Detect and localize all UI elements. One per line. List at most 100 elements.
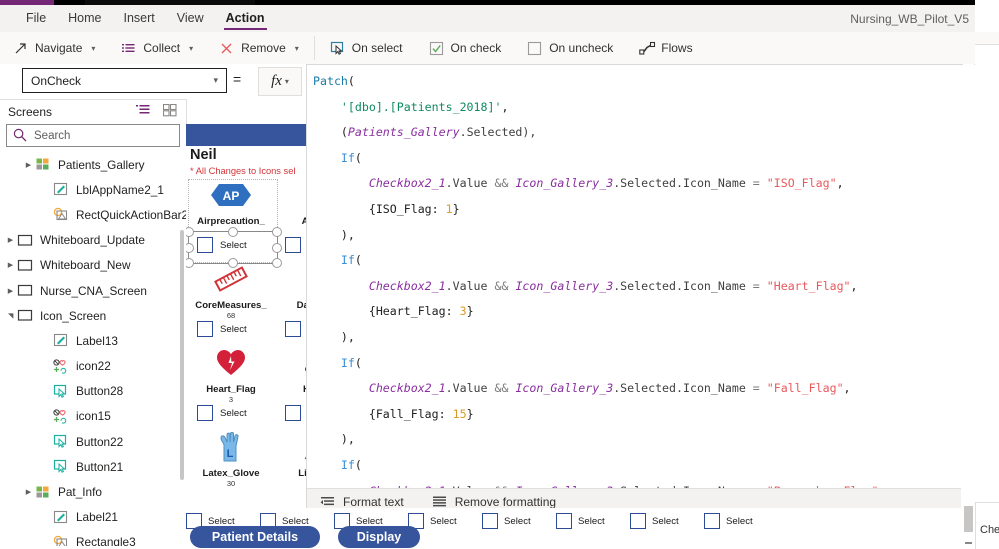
chevron-expanded-icon[interactable]: ◢	[7, 309, 15, 322]
checkbox-empty-icon[interactable]	[704, 513, 720, 529]
tree-item-whiteboard_new[interactable]: ▶ Whiteboard_New	[0, 253, 186, 278]
formula-token: {Heart_Flag:	[313, 304, 460, 319]
tree-item-button21[interactable]: Button21	[0, 454, 186, 479]
formula-token: ),	[313, 227, 355, 242]
menu-bar: File Home Insert View Action Nursing_WB_…	[0, 5, 999, 33]
fx-label: fx	[271, 73, 282, 89]
tree-item-button22[interactable]: Button22	[0, 429, 186, 454]
gallery-item[interactable]: CoreMeasures_ 68 Select	[188, 263, 274, 347]
ribbon-button-on-uncheck[interactable]: On uncheck	[514, 32, 626, 64]
list-collect-icon	[121, 41, 136, 56]
formula-token: "Heart_Flag"	[766, 278, 851, 293]
checkbox-empty-icon[interactable]	[285, 321, 301, 337]
tree-item-whiteboard_update[interactable]: ▶ Whiteboard_Update	[0, 228, 186, 253]
formula-token: ,	[501, 99, 509, 114]
tree-item-rectquickactionbar2_1[interactable]: RectQuickActionBar2_1	[0, 202, 186, 227]
scrollbar-thumb[interactable]	[964, 506, 973, 532]
tree-item-label: Rectangle3	[76, 535, 136, 546]
patient-name-label: Neil	[190, 147, 217, 163]
chevron-collapsed-icon[interactable]: ▶	[4, 236, 17, 244]
resize-handle[interactable]	[228, 227, 238, 237]
chevron-collapsed-icon[interactable]: ▶	[22, 161, 35, 169]
gallery-item-glyph	[276, 264, 306, 301]
gallery-item[interactable]: Heart_Flag 3 Select	[188, 347, 274, 431]
chevron-collapsed-icon[interactable]: ▶	[4, 261, 17, 269]
tree-view-icon[interactable]	[136, 104, 151, 119]
gallery-item-select-row[interactable]: Select	[197, 321, 247, 337]
formula-editor[interactable]: Patch( '[dbo].[Patients_2018]', (Patient…	[306, 64, 999, 489]
menu-item-home[interactable]: Home	[58, 7, 111, 30]
ribbon-button-navigate[interactable]: Navigate ▾	[0, 32, 108, 64]
select-checkbox-item[interactable]: Select	[556, 513, 630, 529]
search-input[interactable]: Search	[6, 124, 180, 147]
ribbon-button-flows[interactable]: Flows	[626, 32, 705, 64]
checkbox-empty-icon[interactable]	[556, 513, 572, 529]
gallery-item-count: 30	[226, 479, 236, 488]
tree-item-pat_info[interactable]: ▶ Pat_Info	[0, 479, 186, 504]
checkbox-label: Select	[652, 515, 679, 527]
tree-item-label: Icon_Screen	[40, 308, 107, 323]
ribbon-button-on-select[interactable]: On select	[317, 32, 416, 64]
select-checkbox-item[interactable]: Select	[482, 513, 556, 529]
tree-item-lblappname2_1[interactable]: LblAppName2_1	[0, 177, 186, 202]
scrollbar-down-arrow[interactable]	[965, 542, 972, 544]
gallery-item[interactable]: APAirprecaution_8Select	[186, 179, 282, 268]
menu-item-file[interactable]: File	[16, 7, 56, 30]
gallery-item-select-row[interactable]: Select	[285, 237, 306, 253]
tree-item-rectangle3[interactable]: Rectangle3	[0, 530, 186, 546]
select-checkbox-item[interactable]: Select	[704, 513, 778, 529]
menu-item-action[interactable]: Action	[216, 7, 275, 30]
select-checkbox-item[interactable]: Select	[630, 513, 704, 529]
gallery-item-select-row[interactable]: Select	[197, 405, 247, 421]
formula-token: (	[354, 253, 362, 268]
chevron-collapsed-icon[interactable]: ▶	[22, 488, 35, 496]
tree-item-label21[interactable]: Label21	[0, 505, 186, 530]
gallery-item[interactable]: Assault9Select	[276, 179, 306, 263]
thumbnail-view-icon[interactable]	[162, 103, 178, 119]
checkbox-empty-icon[interactable]	[285, 405, 301, 421]
menu-item-insert[interactable]: Insert	[114, 7, 165, 30]
right-properties-panel[interactable]: Checkbo	[975, 502, 999, 549]
gallery-item[interactable]: Helmet4Select	[276, 347, 306, 431]
menu-item-view[interactable]: View	[167, 7, 214, 30]
gallery-item-select-row[interactable]: Select	[285, 321, 306, 337]
tree-item-icon_screen[interactable]: ◢ Icon_Screen	[0, 303, 186, 328]
screen-icon	[17, 258, 34, 273]
formula-token: Icon_Gallery_3	[515, 278, 614, 293]
checkbox-empty-icon[interactable]	[630, 513, 646, 529]
formula-line: {Heart_Flag: 3}	[307, 299, 999, 325]
fx-button[interactable]: fx ▾	[258, 67, 302, 96]
tree-item-icon15[interactable]: icon15	[0, 404, 186, 429]
checkbox-empty-icon[interactable]	[285, 237, 301, 253]
tree-item-nurse_cna_screen[interactable]: ▶ Nurse_CNA_Screen	[0, 278, 186, 303]
checkbox-empty-icon[interactable]	[197, 321, 213, 337]
gallery-item-select-row[interactable]: Select	[285, 405, 306, 421]
app-canvas-preview[interactable]: Neil * All Changes to Icons sel AP Airpre…	[186, 124, 307, 549]
property-select[interactable]: OnCheck ▾	[22, 68, 227, 93]
ribbon-button-on-check[interactable]: On check	[416, 32, 515, 64]
tree-item-icon22[interactable]: icon22	[0, 354, 186, 379]
checkbox-empty-icon[interactable]	[482, 513, 498, 529]
tree-item-label13[interactable]: Label13	[0, 328, 186, 353]
remove-formatting-icon	[432, 494, 447, 509]
select-checkbox-item[interactable]: Select	[408, 513, 482, 529]
formula-line: ),	[307, 325, 999, 351]
chevron-collapsed-icon[interactable]: ▶	[4, 287, 17, 295]
patient-details-button[interactable]: Patient Details	[190, 526, 320, 548]
gallery-item[interactable]: DayRoom2Select	[276, 263, 306, 347]
arrow-navigate-icon	[13, 41, 28, 56]
screen-icon	[17, 233, 34, 248]
checkbox-label: Select	[356, 515, 383, 527]
tree-item-button28[interactable]: Button28	[0, 379, 186, 404]
tree-scrollbar-thumb[interactable]	[180, 230, 184, 480]
tree-item-patients_gallery[interactable]: ▶ Patients_Gallery	[0, 152, 186, 177]
display-button[interactable]: Display	[338, 526, 420, 548]
ribbon-button-collect[interactable]: Collect ▾	[108, 32, 206, 64]
svg-text:AP: AP	[223, 189, 240, 203]
formula-code[interactable]: Patch( '[dbo].[Patients_2018]', (Patient…	[307, 69, 999, 489]
formula-editor-scrollbar[interactable]	[963, 64, 974, 549]
dayroom-icon	[304, 264, 306, 301]
ribbon-button-remove[interactable]: Remove ▾	[206, 32, 312, 64]
formula-token: Checkbox2_1	[368, 176, 446, 191]
checkbox-empty-icon[interactable]	[197, 405, 213, 421]
